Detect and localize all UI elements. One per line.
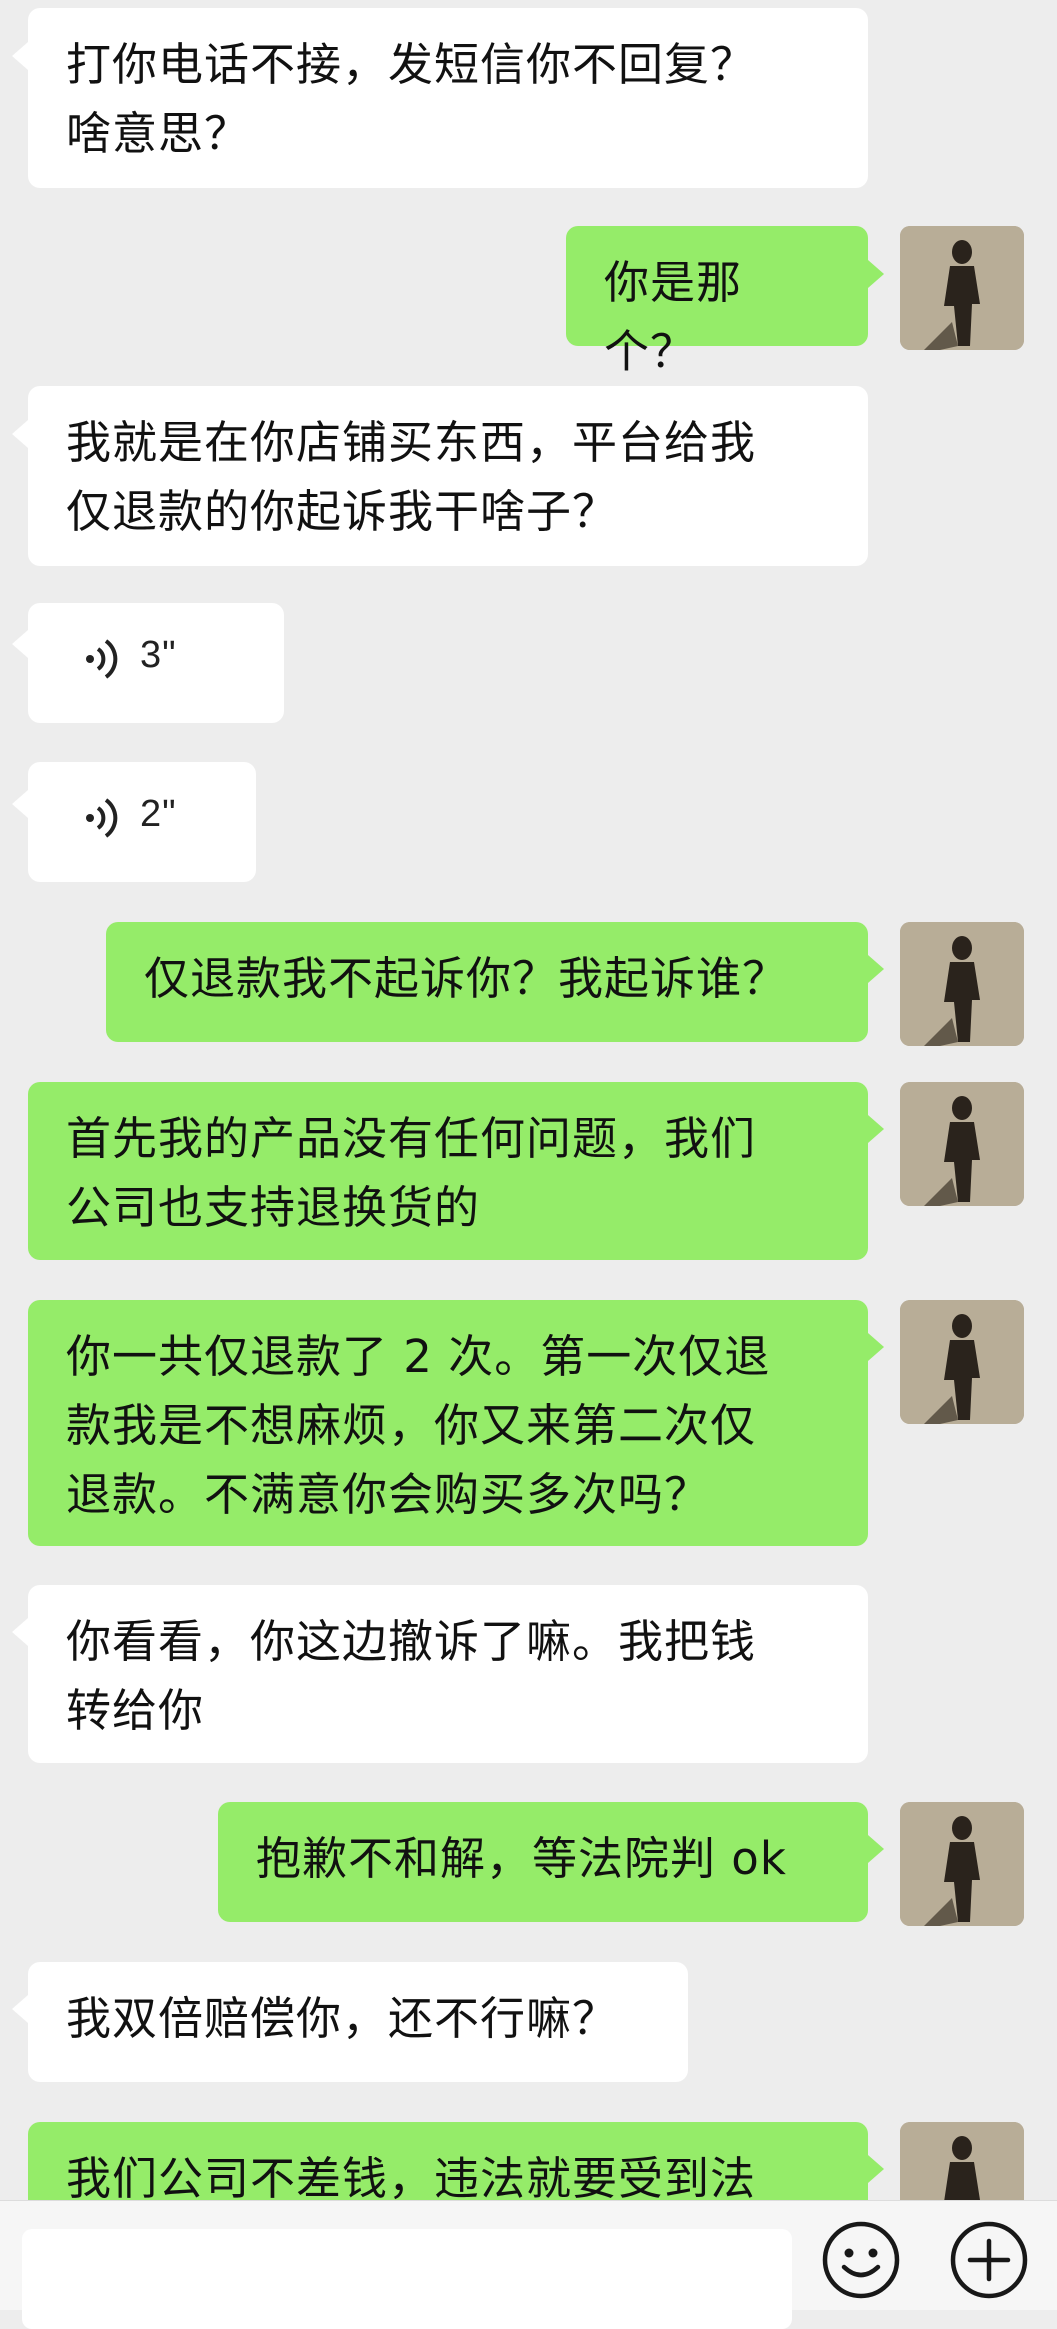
voice-bubble[interactable]: 2": [28, 762, 256, 882]
avatar-silhouette-icon: [900, 1802, 1024, 1926]
avatar[interactable]: [900, 922, 1024, 1046]
message-bubble[interactable]: 你一共仅退款了 2 次。第一次仅退 款我是不想麻烦，你又来第二次仅 退款。不满意…: [28, 1300, 868, 1546]
message-bubble[interactable]: 我双倍赔偿你，还不行嘛？: [28, 1962, 688, 2082]
avatar[interactable]: [900, 226, 1024, 350]
message-bubble[interactable]: 我们公司不差钱，违法就要受到法: [28, 2122, 868, 2200]
voice-duration: 2": [140, 793, 177, 835]
avatar-silhouette-icon: [900, 2122, 1024, 2200]
bubble-tail: [12, 1995, 28, 2023]
avatar[interactable]: [900, 1082, 1024, 1206]
chat-area[interactable]: 打你电话不接，发短信你不回复？ 啥意思？ 你是那个？ 我就是在你店铺买东西，平台…: [0, 0, 1057, 2200]
bubble-tail: [868, 2155, 884, 2183]
bubble-tail: [12, 1618, 28, 1646]
avatar[interactable]: [900, 2122, 1024, 2200]
message-bubble[interactable]: 仅退款我不起诉你？我起诉谁？: [106, 922, 868, 1042]
message-bubble[interactable]: 打你电话不接，发短信你不回复？ 啥意思？: [28, 8, 868, 188]
message-bubble[interactable]: 你是那个？: [566, 226, 868, 378]
bubble-tail: [868, 1333, 884, 1361]
bubble-tail: [868, 1115, 884, 1143]
message-bubble[interactable]: 你看看，你这边撤诉了嘛。我把钱 转给你: [28, 1585, 868, 1763]
message-bubble[interactable]: 抱歉不和解，等法院判 ok: [218, 1802, 868, 1922]
bubble-tail: [12, 630, 28, 658]
bubble-tail: [868, 1835, 884, 1863]
emoji-icon[interactable]: [820, 2219, 902, 2301]
message-bubble[interactable]: 我就是在你店铺买东西，平台给我 仅退款的你起诉我干啥子？: [28, 386, 868, 566]
avatar-silhouette-icon: [900, 1300, 1024, 1424]
avatar-silhouette-icon: [900, 1082, 1024, 1206]
message-input[interactable]: [22, 2229, 792, 2329]
voice-duration: 3": [140, 634, 177, 676]
input-bar: [0, 2200, 1057, 2329]
avatar[interactable]: [900, 1300, 1024, 1424]
bubble-tail: [12, 42, 28, 70]
bubble-tail: [12, 420, 28, 448]
bubble-tail: [12, 790, 28, 818]
voice-wave-icon: [86, 639, 118, 679]
avatar[interactable]: [900, 1802, 1024, 1926]
bubble-tail: [868, 955, 884, 983]
bubble-tail: [868, 260, 884, 288]
voice-bubble[interactable]: 3": [28, 603, 284, 723]
plus-icon[interactable]: [948, 2219, 1030, 2301]
avatar-silhouette-icon: [900, 226, 1024, 350]
avatar-silhouette-icon: [900, 922, 1024, 1046]
message-bubble[interactable]: 首先我的产品没有任何问题，我们 公司也支持退换货的: [28, 1082, 868, 1260]
voice-wave-icon: [86, 798, 118, 838]
